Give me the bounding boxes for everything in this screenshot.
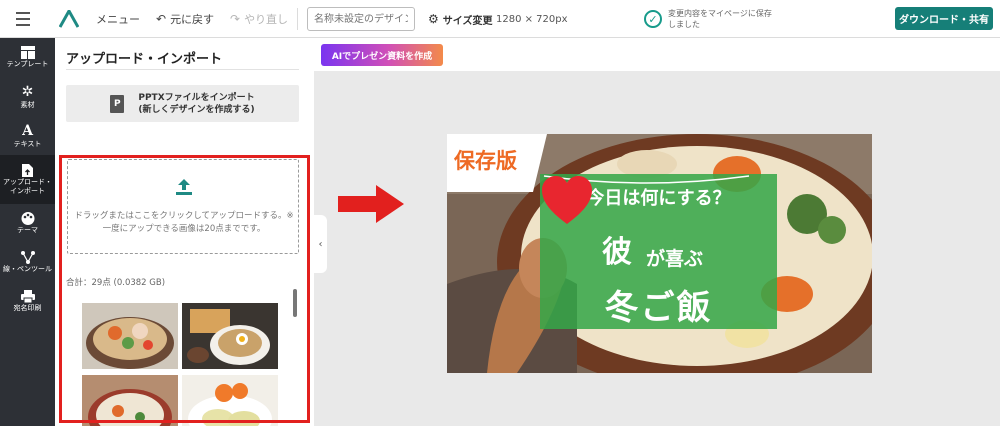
gear-icon: ✲: [21, 83, 34, 100]
check-circle-icon: ✓: [644, 10, 662, 28]
sidebar-item-upload[interactable]: アップロード・インポート: [0, 155, 55, 204]
canvas-toolbar: AIでプレゼン資料を作成: [314, 38, 1000, 71]
import-pptx-line1: PPTXファイルをインポート: [138, 92, 255, 103]
undo-button[interactable]: ↶ 元に戻す: [156, 0, 214, 38]
headline-text: 冬ご飯: [604, 288, 713, 328]
upload-panel: アップロード・インポート P PPTXファイルをインポート (新しくデザインを作…: [55, 38, 314, 426]
menu-label: メニュー: [96, 13, 140, 26]
template-icon: [20, 46, 35, 59]
divider: [66, 69, 299, 70]
app-logo-icon[interactable]: [58, 0, 80, 38]
menu-button[interactable]: メニュー: [96, 0, 140, 38]
sidebar-item-template[interactable]: テンプレート: [0, 38, 55, 77]
tag-text: 保存版: [454, 149, 517, 173]
import-pptx-label: PPTXファイルをインポート (新しくデザインを作成する): [138, 92, 254, 116]
panel-title: アップロード・インポート: [66, 52, 223, 67]
redo-icon: ↷: [230, 12, 241, 26]
save-status: ✓ 変更内容をマイページに保存しました: [644, 0, 778, 38]
top-toolbar: メニュー ↶元に戻す ↷やり直し ⚙サイズ変更 1280 × 720px ✓ 変…: [0, 0, 1000, 38]
highlight-frame: [59, 155, 310, 423]
undo-icon: ↶: [156, 12, 167, 26]
headline-box: 今日は何にする？ 彼 が喜ぶ 冬ご飯: [540, 174, 777, 329]
sidebar-item-label: テーマ: [17, 226, 38, 234]
sidebar-item-label: 宛名印刷: [13, 304, 42, 312]
pptx-file-icon: P: [110, 94, 125, 113]
sidebar-item-label: テンプレート: [6, 60, 49, 68]
download-share-button[interactable]: ダウンロード・共有: [895, 7, 993, 30]
ga-yorokobu-text: が喜ぶ: [646, 248, 704, 270]
sidebar-item-label: 線・ペンツール: [3, 265, 52, 273]
sidebar-item-text[interactable]: A テキスト: [0, 116, 55, 155]
resize-label: サイズ変更: [442, 15, 493, 27]
import-pptx-line2: (新しくデザインを作成する): [138, 104, 255, 115]
sidebar-item-pen[interactable]: 線・ペンツール: [0, 243, 55, 282]
tag-label: 保存版: [447, 134, 547, 192]
palette-icon: [21, 212, 34, 225]
sidebar-item-label: テキスト: [13, 139, 42, 148]
undo-label: 元に戻す: [170, 13, 215, 26]
redo-label: やり直し: [244, 13, 289, 26]
arrow-right-icon: [338, 185, 404, 223]
toolbar-divider: [297, 8, 298, 30]
kare-text: 彼: [602, 235, 632, 270]
chevron-left-icon: ‹: [318, 238, 323, 250]
design-name-input[interactable]: [307, 7, 415, 31]
design-canvas[interactable]: 保存版 今日は何にする？ 彼 が喜ぶ 冬ご飯: [447, 134, 872, 373]
file-upload-icon: [22, 163, 33, 177]
text-a-icon: A: [22, 122, 33, 139]
printer-icon: [20, 290, 35, 303]
heart-icon: [542, 176, 592, 224]
sidebar-item-material[interactable]: ✲ 素材: [0, 77, 55, 116]
save-status-text: 変更内容をマイページに保存しました: [668, 9, 772, 29]
hamburger-menu-icon[interactable]: [14, 0, 32, 38]
ai-presentation-button[interactable]: AIでプレゼン資料を作成: [321, 44, 443, 66]
import-pptx-button[interactable]: P PPTXファイルをインポート (新しくデザインを作成する): [66, 85, 299, 122]
sidebar-item-theme[interactable]: テーマ: [0, 204, 55, 243]
resize-button[interactable]: ⚙ サイズ変更: [428, 0, 492, 38]
sidebar-item-label: アップロード・インポート: [3, 177, 52, 195]
sidebar-item-label: 素材: [20, 100, 35, 109]
redo-button[interactable]: ↷ やり直し: [230, 0, 288, 38]
sidebar-item-address-print[interactable]: 宛名印刷: [0, 282, 55, 321]
gear-icon: ⚙: [428, 12, 439, 26]
pen-tool-icon: [20, 251, 35, 264]
left-sidebar: テンプレート ✲ 素材 A テキスト アップロード・インポート テーマ 線・ペン…: [0, 38, 55, 426]
collapse-panel-button[interactable]: ‹: [314, 215, 327, 273]
canvas-size: 1280 × 720px: [496, 13, 568, 25]
